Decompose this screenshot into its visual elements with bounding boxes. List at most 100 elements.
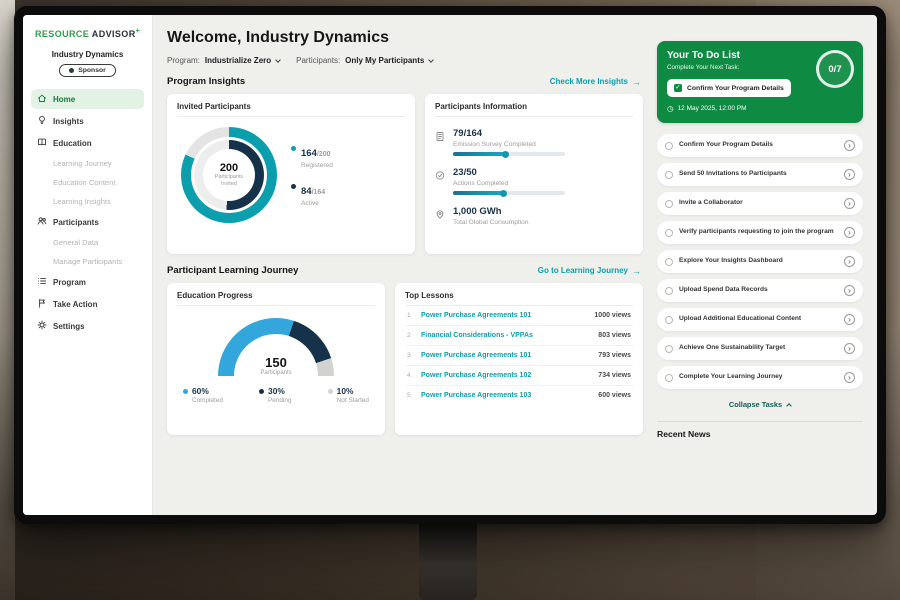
lesson-link[interactable]: Power Purchase Agreements 101	[421, 312, 587, 319]
participants-filter-label: Participants:	[296, 56, 340, 65]
task-item-confirm-program[interactable]: Confirm Your Program Details	[657, 134, 863, 157]
task-chevron-icon[interactable]	[844, 372, 855, 383]
invited-donut-chart: 200 Participants Invited	[181, 127, 277, 223]
participants-icon	[37, 216, 47, 228]
task-checkbox[interactable]	[665, 374, 673, 382]
main-content: Welcome, Industry Dynamics Program: Indu…	[153, 15, 653, 515]
task-chevron-icon[interactable]	[844, 343, 855, 354]
actions-icon	[435, 168, 445, 195]
recent-news-title: Recent News	[657, 429, 863, 439]
lesson-link[interactable]: Power Purchase Agreements 101	[421, 352, 591, 359]
sidebar-item-manage-participants[interactable]: Manage Participants	[31, 253, 144, 270]
chevron-down-icon	[428, 57, 434, 63]
task-checkbox[interactable]	[665, 171, 673, 179]
sidebar-item-participants[interactable]: Participants	[31, 212, 144, 232]
arrow-right-icon	[632, 77, 641, 87]
divider	[657, 421, 863, 422]
next-task-box[interactable]: Confirm Your Program Details	[667, 79, 791, 97]
sidebar-nav: Home Insights Education Learning Journey…	[31, 89, 144, 336]
lesson-row: 4 Power Purchase Agreements 102 734 view…	[405, 366, 633, 386]
task-chevron-icon[interactable]	[844, 227, 855, 238]
legend-pending: 30% Pending	[259, 386, 291, 404]
pending-dot-icon	[259, 389, 264, 394]
progress-fill	[453, 191, 505, 195]
education-icon	[37, 137, 47, 149]
task-chevron-icon[interactable]	[844, 140, 855, 151]
actions-progress-bar	[453, 191, 565, 195]
participants-filter-dropdown[interactable]: Only My Participants	[345, 56, 433, 65]
go-to-learning-journey-link[interactable]: Go to Learning Journey	[538, 266, 641, 276]
participants-information-card: Participants Information 79/164 Emission…	[425, 94, 643, 254]
sidebar-item-general-data[interactable]: General Data	[31, 234, 144, 251]
donut-center: 200 Participants Invited	[203, 149, 255, 201]
legend-active: 84/164 Active	[291, 181, 333, 207]
top-lessons-card: Top Lessons 1 Power Purchase Agreements …	[395, 283, 643, 435]
task-item-invite-collaborator[interactable]: Invite a Collaborator	[657, 192, 863, 215]
task-item-achieve-target[interactable]: Achieve One Sustainability Target	[657, 337, 863, 360]
program-filter-label: Program:	[167, 56, 200, 65]
take-action-icon	[37, 298, 47, 310]
task-checkbox[interactable]	[665, 287, 673, 295]
task-item-explore-insights[interactable]: Explore Your Insights Dashboard	[657, 250, 863, 273]
logo-text-resource: RESOURCE	[35, 29, 89, 39]
task-checkbox[interactable]	[665, 345, 673, 353]
survey-icon	[435, 129, 445, 156]
page-title: Welcome, Industry Dynamics	[167, 29, 643, 47]
lesson-link[interactable]: Financial Considerations - VPPAs	[421, 332, 591, 339]
sidebar-item-learning-journey[interactable]: Learning Journey	[31, 155, 144, 172]
checkbox-checked-icon	[674, 84, 682, 92]
lesson-link[interactable]: Power Purchase Agreements 102	[421, 372, 591, 379]
task-checkbox[interactable]	[665, 200, 673, 208]
legend-not-started: 10% Not Started	[328, 386, 369, 404]
clock-icon	[667, 104, 674, 113]
lesson-row: 3 Power Purchase Agreements 101 793 view…	[405, 346, 633, 366]
task-item-send-invitations[interactable]: Send 50 Invitations to Participants	[657, 163, 863, 186]
task-chevron-icon[interactable]	[844, 169, 855, 180]
task-chevron-icon[interactable]	[844, 198, 855, 209]
sidebar-item-settings[interactable]: Settings	[31, 316, 144, 336]
not-started-dot-icon	[328, 389, 333, 394]
sidebar-item-education[interactable]: Education	[31, 133, 144, 153]
program-filter-dropdown[interactable]: Industrialize Zero	[205, 56, 280, 65]
program-filter-value: Industrialize Zero	[205, 56, 271, 65]
task-item-upload-educational-content[interactable]: Upload Additional Educational Content	[657, 308, 863, 331]
completed-dot-icon	[183, 389, 188, 394]
participants-filter-value: Only My Participants	[345, 56, 424, 65]
legend-completed: 60% Completed	[183, 386, 223, 404]
task-chevron-icon[interactable]	[844, 314, 855, 325]
monitor-bezel: RESOURCE ADVISOR+ Industry Dynamics Spon…	[14, 6, 886, 524]
sidebar-item-program[interactable]: Program	[31, 272, 144, 292]
task-item-complete-learning-journey[interactable]: Complete Your Learning Journey	[657, 366, 863, 389]
program-icon	[37, 276, 47, 288]
task-checkbox[interactable]	[665, 316, 673, 324]
sidebar-item-home[interactable]: Home	[31, 89, 144, 109]
survey-progress-bar	[453, 152, 565, 156]
check-more-insights-link[interactable]: Check More Insights	[550, 77, 641, 87]
lesson-row: 1 Power Purchase Agreements 101 1000 vie…	[405, 306, 633, 326]
task-item-verify-participants[interactable]: Verify participants requesting to join t…	[657, 221, 863, 244]
task-checkbox[interactable]	[665, 142, 673, 150]
sidebar-item-take-action[interactable]: Take Action	[31, 294, 144, 314]
active-dot-icon	[291, 184, 296, 189]
stat-actions-completed: 23/50 Actions Completed	[435, 167, 633, 195]
card-title-education: Education Progress	[177, 291, 375, 306]
task-chevron-icon[interactable]	[844, 256, 855, 267]
app-logo: RESOURCE ADVISOR+	[31, 28, 144, 39]
lesson-row: 2 Financial Considerations - VPPAs 803 v…	[405, 326, 633, 346]
task-checkbox[interactable]	[665, 229, 673, 237]
sponsor-badge-label: Sponsor	[78, 67, 106, 74]
learning-journey-title: Participant Learning Journey	[167, 265, 298, 276]
sidebar-item-learning-insights[interactable]: Learning Insights	[31, 193, 144, 210]
sidebar-item-insights[interactable]: Insights	[31, 111, 144, 131]
task-list: Confirm Your Program Details Send 50 Inv…	[657, 134, 863, 389]
task-item-upload-spend-data[interactable]: Upload Spend Data Records	[657, 279, 863, 302]
task-checkbox[interactable]	[665, 258, 673, 266]
collapse-tasks-button[interactable]: Collapse Tasks	[657, 400, 863, 409]
insights-icon	[37, 115, 47, 127]
todo-panel: Your To Do List Complete Your Next Task:…	[653, 15, 877, 515]
invited-participants-card: Invited Participants 200 Participants In…	[167, 94, 415, 254]
lesson-link[interactable]: Power Purchase Agreements 103	[421, 392, 591, 399]
sidebar-item-education-content[interactable]: Education Content	[31, 174, 144, 191]
task-chevron-icon[interactable]	[844, 285, 855, 296]
lesson-row: 5 Power Purchase Agreements 103 600 view…	[405, 386, 633, 405]
